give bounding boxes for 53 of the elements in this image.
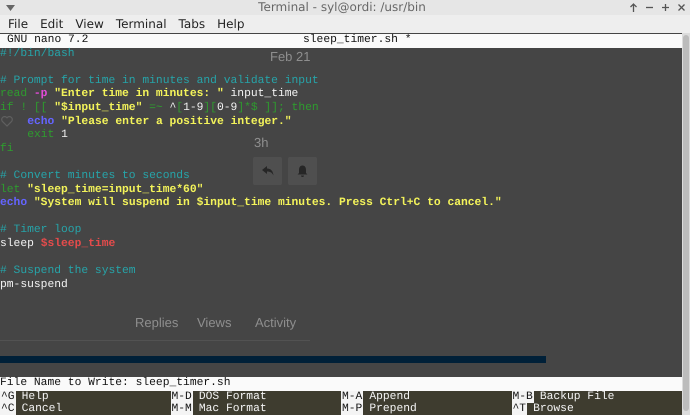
stat-heading: Views: [197, 315, 232, 330]
code-line: sleep $sleep_time: [0, 238, 116, 252]
menu-item[interactable]: View: [69, 17, 110, 31]
menu-item[interactable]: Terminal: [110, 17, 173, 31]
code-line: # Convert minutes to seconds: [0, 170, 190, 184]
window-title: Terminal - syl@ordi: /usr/bin: [257, 0, 427, 15]
post-date: Feb 21: [270, 49, 310, 64]
shortcut-key: M-D: [170, 391, 193, 403]
keep-above-icon[interactable]: [629, 3, 638, 12]
code-line: echo "Please enter a positive integer.": [27, 116, 292, 128]
menu-item[interactable]: File: [2, 17, 34, 31]
code-line: pm-suspend: [0, 278, 68, 292]
menu-item[interactable]: Edit: [34, 17, 70, 31]
shortcut-key: ^T: [512, 403, 528, 415]
bell-icon: [297, 165, 308, 177]
window-menu-icon[interactable]: [6, 4, 15, 10]
close-icon[interactable]: [677, 3, 686, 12]
reply-arrow-icon: [262, 166, 274, 176]
code-line: # Prompt for time in minutes and validate input: [0, 74, 319, 88]
menu-item[interactable]: Tabs: [172, 17, 212, 31]
shortcut-label[interactable]: Backup File: [534, 391, 682, 403]
code-line: # Timer loop: [0, 224, 82, 238]
post-age: 3h: [254, 135, 268, 150]
shortcut-key: M-B: [512, 391, 534, 403]
shortcut-label[interactable]: Append: [363, 391, 512, 403]
shortcut-key: ^G: [0, 391, 16, 403]
file-name: sleep_timer.sh *: [303, 34, 412, 48]
code-line: #!/bin/bash: [0, 48, 75, 62]
shortcut-label[interactable]: Help: [16, 391, 170, 403]
code-line: if ! [[ "$input_time" =~ ^[1-9][0-9]*$ ]]; then: [0, 102, 319, 116]
shortcut-label[interactable]: Cancel: [16, 403, 170, 415]
shortcut-label[interactable]: DOS Format: [192, 391, 341, 403]
shortcut-key: M-P: [341, 403, 364, 415]
code-line: exit 1: [27, 129, 68, 143]
code-line: read -p "Enter time in minutes: " input_time: [0, 88, 298, 102]
maximize-icon[interactable]: [661, 3, 670, 12]
heart-icon: [1, 116, 13, 127]
nano-version: GNU nano 7.2: [6, 34, 90, 48]
code-line: let "sleep_time=input_time*60": [0, 184, 204, 196]
code-line: echo "System will suspend in $input_time minutes. Press Ctrl+C to cancel.": [0, 197, 502, 211]
stat-heading: Replies: [135, 315, 178, 330]
code-line: fi: [0, 142, 14, 156]
scrollbar[interactable]: [682, 33, 690, 415]
shortcut-key: M-M: [170, 403, 193, 415]
code-line: # Suspend the system: [0, 265, 136, 278]
menu-item[interactable]: Help: [211, 17, 250, 31]
stat-heading: Activity: [255, 315, 296, 330]
filename-prompt[interactable]: File Name to Write: sleep_timer.sh: [0, 377, 682, 391]
shortcut-key: ^C: [0, 403, 16, 415]
shortcut-key: M-A: [341, 391, 364, 403]
shortcut-label[interactable]: Browse: [527, 403, 682, 415]
shortcut-label[interactable]: Mac Format: [192, 403, 341, 415]
shortcut-label[interactable]: Prepend: [363, 403, 512, 415]
